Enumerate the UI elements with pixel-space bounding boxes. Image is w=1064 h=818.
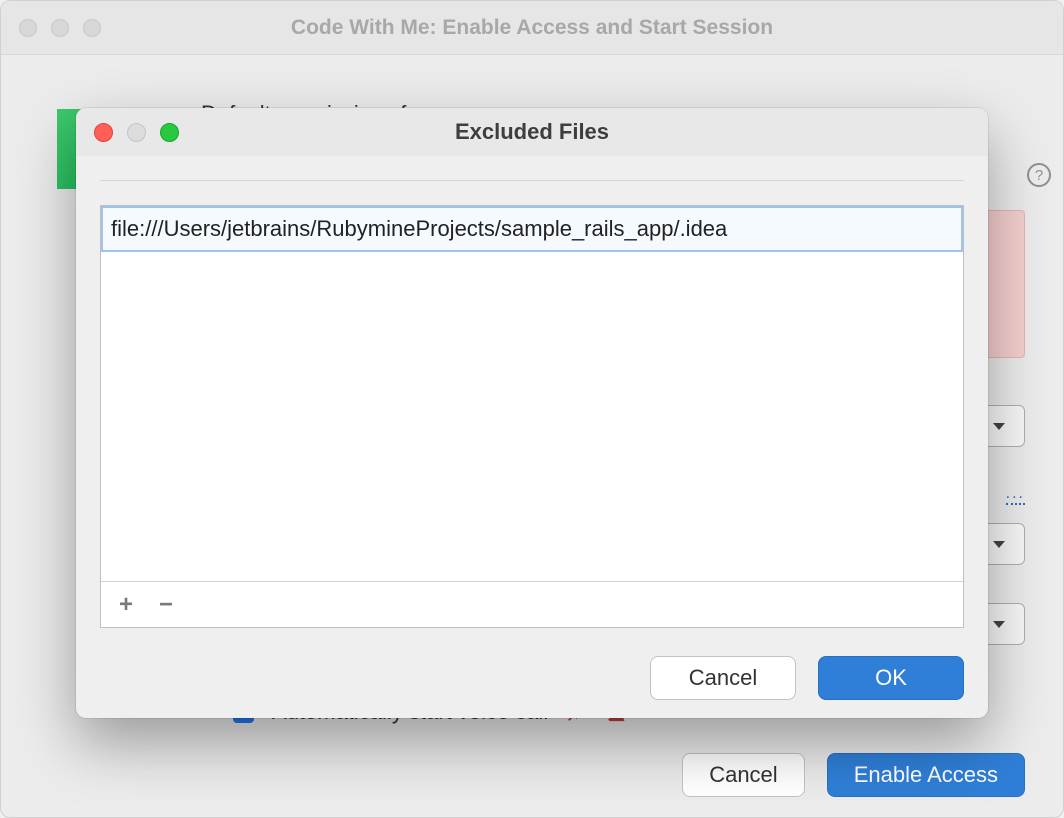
remove-icon[interactable]: − [159,593,173,617]
parent-buttons: Cancel Enable Access [682,753,1025,797]
divider [100,180,964,181]
cancel-button[interactable]: Cancel [682,753,804,797]
modal-title: Excluded Files [76,119,988,145]
list-item[interactable]: file:///Users/jetbrains/RubymineProjects… [101,206,963,252]
help-icon[interactable]: ? [1027,163,1051,187]
modal-body: file:///Users/jetbrains/RubymineProjects… [76,156,988,718]
modal-buttons: Cancel OK [100,656,964,700]
enable-access-button[interactable]: Enable Access [827,753,1025,797]
excluded-files-dialog: Excluded Files file:///Users/jetbrains/R… [76,108,988,718]
parent-titlebar: Code With Me: Enable Access and Start Se… [1,1,1063,55]
parent-title: Code With Me: Enable Access and Start Se… [1,16,1063,40]
cancel-button[interactable]: Cancel [650,656,796,700]
list-area[interactable]: file:///Users/jetbrains/RubymineProjects… [101,206,963,581]
excluded-files-list: file:///Users/jetbrains/RubymineProjects… [100,205,964,628]
ok-button[interactable]: OK [818,656,964,700]
list-toolbar: + − [101,581,963,627]
add-icon[interactable]: + [119,593,133,617]
more-link[interactable]: ... [1006,485,1025,505]
modal-titlebar: Excluded Files [76,108,988,156]
